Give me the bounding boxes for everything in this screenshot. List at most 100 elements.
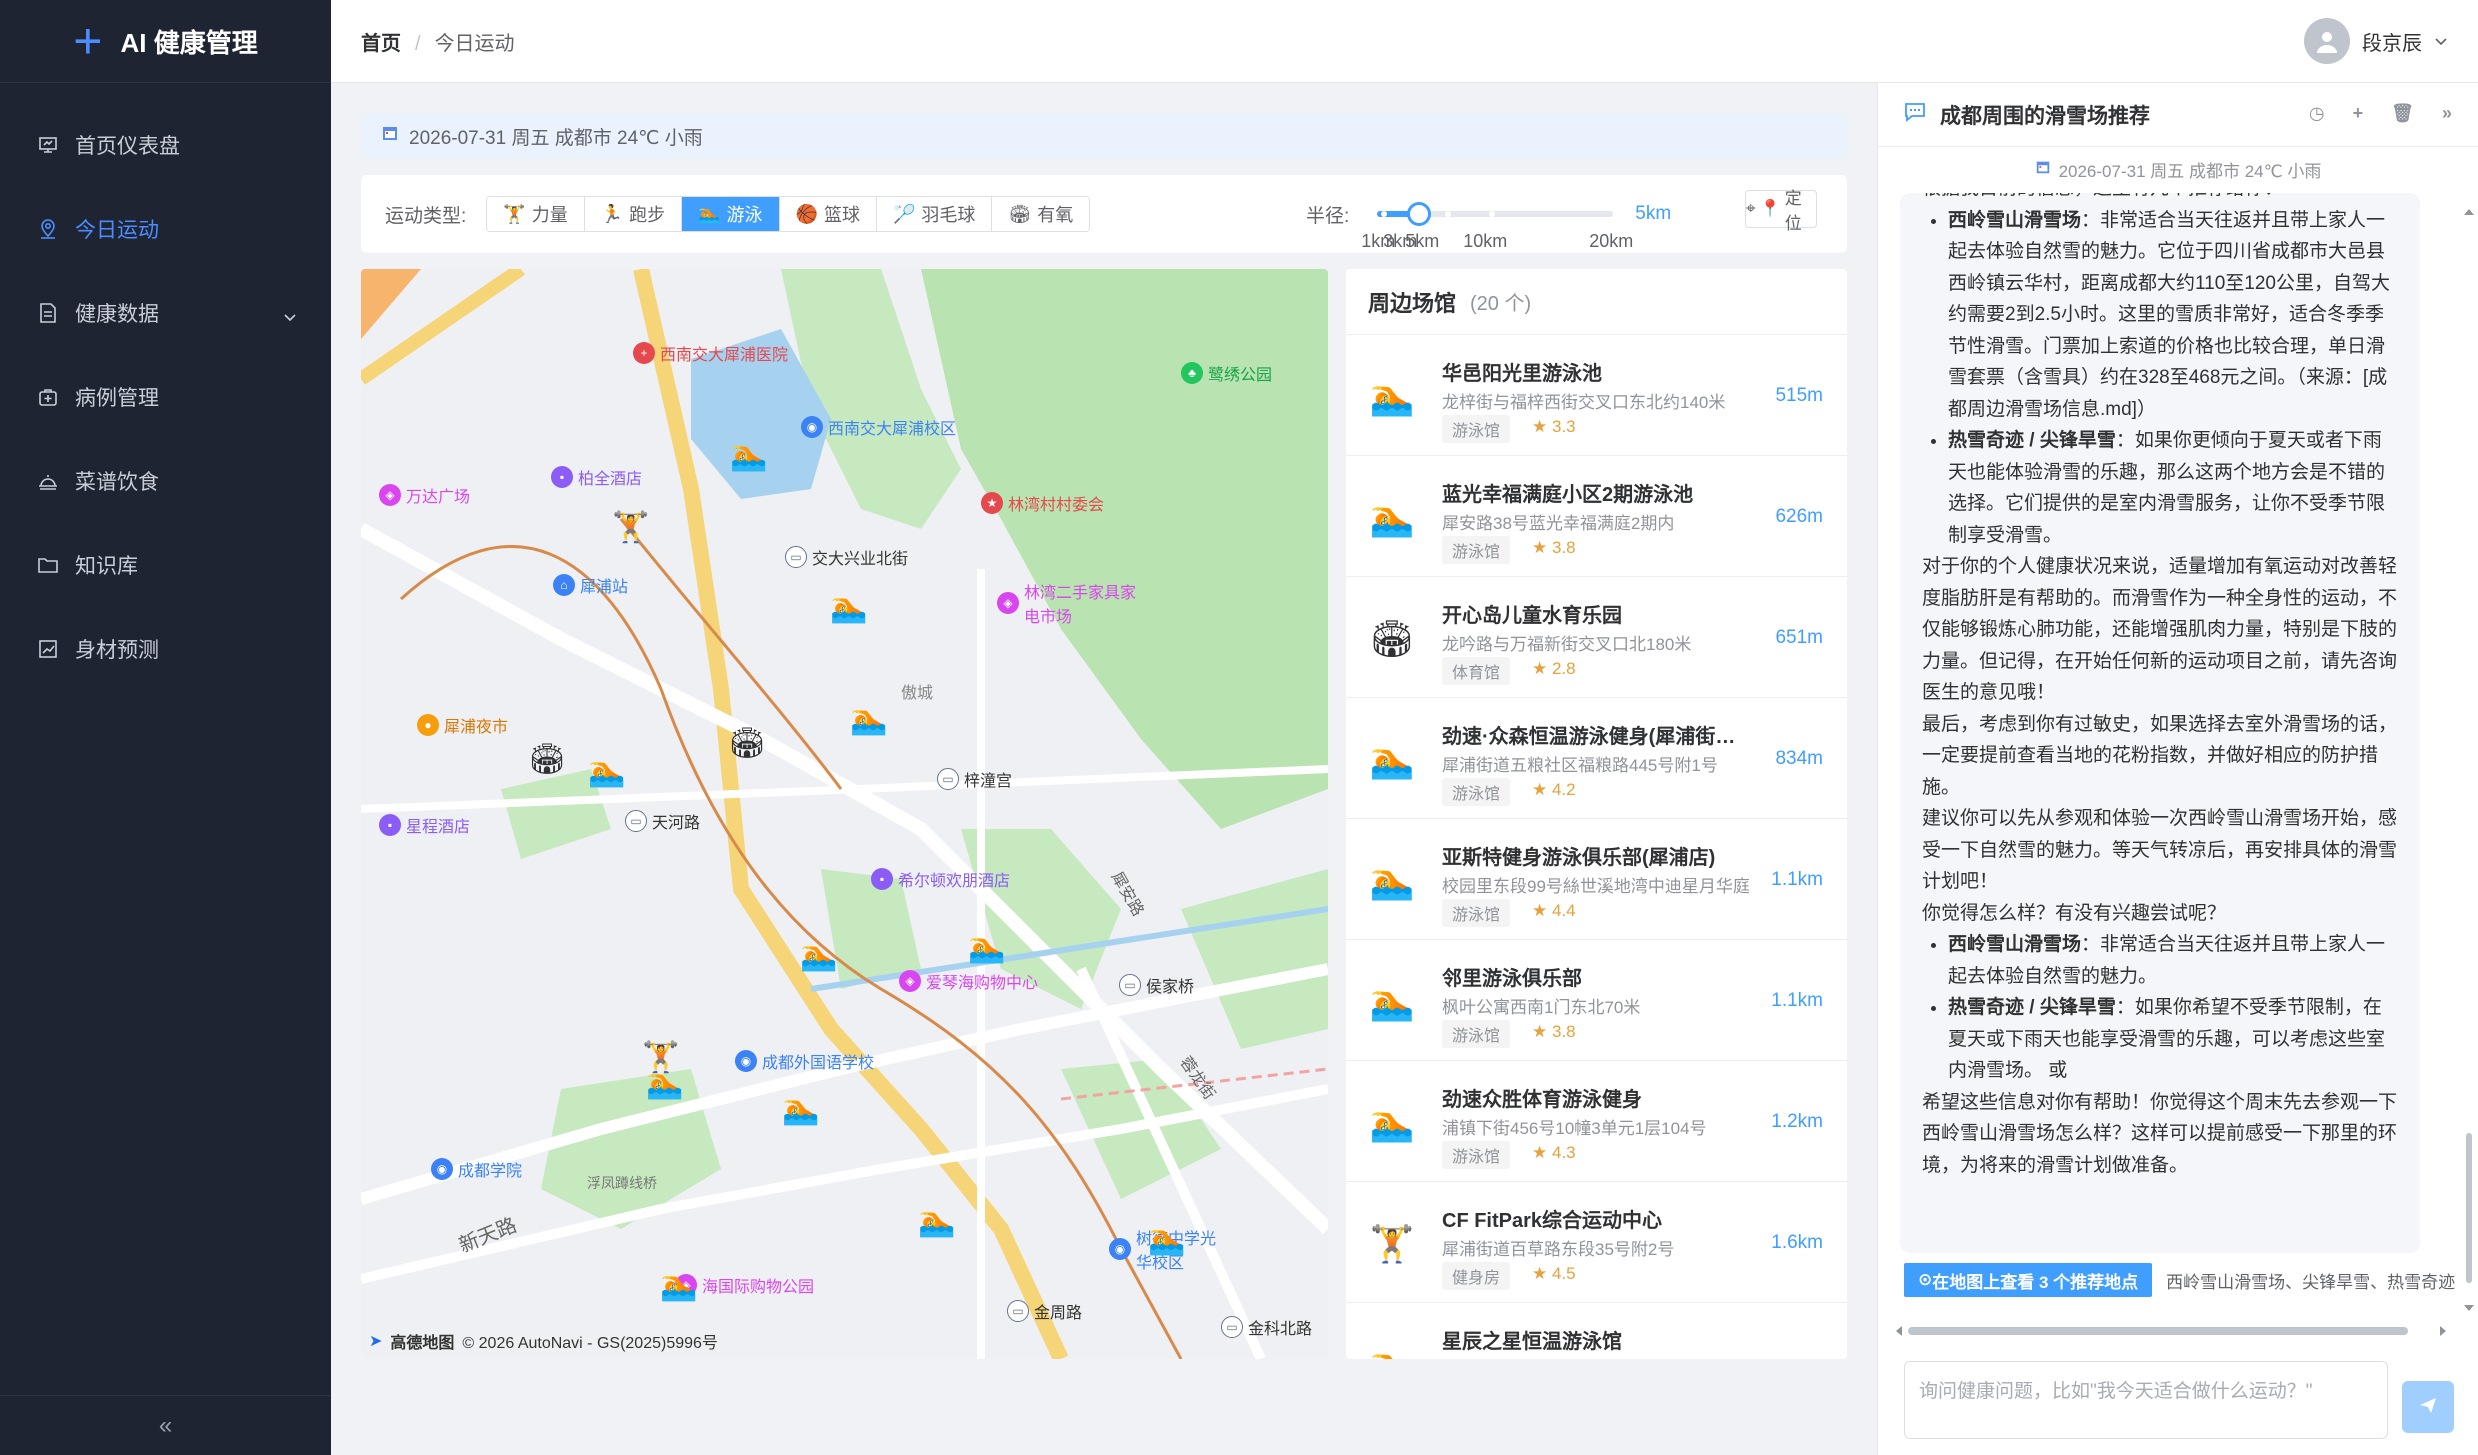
add-icon[interactable]: + xyxy=(2353,103,2364,124)
rating-value: 4.4 xyxy=(1551,901,1576,920)
history-icon[interactable]: ◷ xyxy=(2309,103,2325,124)
trash-icon[interactable]: 🗑 xyxy=(2391,103,2414,124)
sidebar-item-dashboard[interactable]: 首页仪表盘 xyxy=(0,103,331,187)
venue-item[interactable]: 🏊 劲速众胜体育游泳健身 浦镇下街456号10幢3单元1层104号 游泳馆 ★ … xyxy=(1346,1061,1847,1182)
venue-item[interactable]: 🏋 CF FitPark综合运动中心 犀浦街道百草路东段35号附2号 健身房 ★… xyxy=(1346,1182,1847,1303)
poi-zitonggong[interactable]: ▭ 梓潼宫 xyxy=(937,767,1012,791)
poi-campus[interactable]: ◉ 西南交大犀浦校区 xyxy=(801,415,956,439)
sidebar-item-label: 知识库 xyxy=(75,555,138,578)
horizontal-scrollbar[interactable] xyxy=(1886,1323,2456,1339)
venue-item[interactable]: 🏟 开心岛儿童水育乐园 龙吟路与万福新街交叉口北180米 体育馆 ★ 2.8 6… xyxy=(1346,577,1847,698)
hotel-icon: ▪ xyxy=(379,814,401,836)
venue-name: 开心岛儿童水育乐园 xyxy=(1442,605,1622,627)
sidebar-item-medical-cases[interactable]: 病例管理 xyxy=(0,355,331,439)
poi-label: 爱琴海购物中心 xyxy=(926,975,1039,992)
poi-tianhe-road[interactable]: ▭ 天河路 xyxy=(625,809,700,833)
venue-marker[interactable]: 🏊 xyxy=(1145,1217,1189,1261)
poi-night-market[interactable]: ● 犀浦夜市 xyxy=(417,713,508,737)
user-menu[interactable]: 段京辰 xyxy=(2304,18,2448,64)
poi-houjiaqiao[interactable]: ▭ 侯家桥 xyxy=(1119,973,1194,997)
poi-jinzhou-road[interactable]: ▭ 金周路 xyxy=(1007,1299,1082,1323)
school-icon: ◉ xyxy=(431,1158,453,1180)
breadcrumb-home[interactable]: 首页 xyxy=(361,33,401,55)
poi-hospital[interactable]: + 西南交大犀浦医院 xyxy=(633,341,788,365)
send-button[interactable] xyxy=(2402,1381,2454,1433)
sidebar-item-knowledge[interactable]: 知识库 xyxy=(0,523,331,607)
app-logo[interactable]: + AI 健康管理 xyxy=(0,0,331,83)
locate-button[interactable]: ⌖ 📍 定位 xyxy=(1745,189,1817,233)
list-item-title: 西岭雪山滑雪场 xyxy=(1948,209,2082,231)
venue-item[interactable]: 🏊 邻里游泳俱乐部 枫叶公寓西南1门东北70米 游泳馆 ★ 3.8 1.1km xyxy=(1346,940,1847,1061)
venue-marker[interactable]: 🏊 xyxy=(797,933,841,977)
breadcrumb-current: 今日运动 xyxy=(434,32,515,55)
main-content: 2026-07-31 周五 成都市 24℃ 小雨 运动类型: 🏋 力量 🏃 跑步 🏊… xyxy=(331,83,1877,1455)
poi-village[interactable]: ★ 林湾村村委会 xyxy=(981,491,1104,515)
venue-marker[interactable]: 🏊 xyxy=(847,697,891,741)
weightlifting-icon: 🏋 xyxy=(612,510,650,544)
venue-marker[interactable]: 🏊 xyxy=(727,433,771,477)
venue-item[interactable]: 🏊 星辰之星恒温游泳馆 xyxy=(1346,1303,1847,1359)
venue-marker[interactable]: 🏊 xyxy=(643,1061,687,1105)
type-strength-button[interactable]: 🏋 力量 xyxy=(487,197,585,231)
venue-marker[interactable]: 🏊 xyxy=(965,925,1009,969)
sidebar-item-label: 健康数据 xyxy=(75,303,159,326)
poi-label: 希尔顿欢朋酒店 xyxy=(898,873,1011,890)
sidebar-item-recipes[interactable]: 菜谱饮食 xyxy=(0,439,331,523)
view-on-map-button[interactable]: ⊙ 在地图上查看 3 个推荐地点 xyxy=(1904,1263,2153,1297)
poi-station[interactable]: ⌂ 犀浦站 xyxy=(553,573,628,597)
poi-mall[interactable]: ◈ 爱琴海购物中心 xyxy=(899,969,1038,993)
collapse-sidebar-button[interactable]: « xyxy=(0,1395,331,1455)
sidebar-item-health-data[interactable]: 健康数据 xyxy=(0,271,331,355)
type-running-button[interactable]: 🏃 跑步 xyxy=(584,197,683,231)
road-label: 傲城 xyxy=(901,685,934,702)
poi-foreign-school[interactable]: ◉ 成都外国语学校 xyxy=(735,1049,874,1073)
poi-chengdu-college[interactable]: ◉ 成都学院 xyxy=(431,1157,522,1181)
navigation-arrow-icon: ➤ xyxy=(369,1333,383,1350)
type-aerobic-button[interactable]: 🏟 有氧 xyxy=(992,197,1090,231)
poi-bus-stop[interactable]: ▭ 交大兴业北街 xyxy=(785,545,908,569)
poi-hotel[interactable]: ▪ 柏全酒店 xyxy=(551,465,642,489)
venue-marker[interactable]: 🏊 xyxy=(585,749,629,793)
venue-marker[interactable]: 🏋 xyxy=(609,505,653,549)
venue-marker[interactable]: 🏊 xyxy=(657,1263,701,1307)
type-swimming-button[interactable]: 🏊 游泳 xyxy=(682,197,780,231)
poi-xingcheng-hotel[interactable]: ▪ 星程酒店 xyxy=(379,813,470,837)
star-icon: ★ xyxy=(1532,538,1548,557)
double-chevron-left-icon: « xyxy=(158,1411,173,1439)
type-basketball-button[interactable]: 🏀 篮球 xyxy=(779,197,877,231)
poi-jinke-north-road[interactable]: ▭ 金科北路 xyxy=(1221,1315,1312,1339)
sidebar-item-body-forecast[interactable]: 身材预测 xyxy=(0,607,331,691)
venue-marker[interactable]: 🏊 xyxy=(915,1199,959,1243)
venue-item[interactable]: 🏊 劲速·众森恒温游泳健身(犀浦街道店) 犀浦街道五粮社区福粮路445号附1号 … xyxy=(1346,698,1847,819)
chat-scrollbar[interactable] xyxy=(2460,203,2478,1323)
venue-rating: ★ 4.3 xyxy=(1532,1143,1576,1163)
chat-input[interactable]: 询问健康问题，比如"我今天适合做什么运动？" xyxy=(1904,1361,2388,1439)
running-icon: 🏃 xyxy=(600,203,624,224)
venue-marker[interactable]: 🏟 xyxy=(725,721,769,765)
map-view[interactable]: + 西南交大犀浦医院 ◉ 西南交大犀浦校区 ▪ 柏全酒店 ◈ 万达广场 ★ 林湾村村委会 … xyxy=(361,269,1328,1359)
hotel-icon: ▪ xyxy=(871,868,893,890)
venue-item[interactable]: 🏊 亚斯特健身游泳俱乐部(犀浦店) 校园里东段99号絲世溪地湾中迪星月华庭 游泳… xyxy=(1346,819,1847,940)
venue-address: 浦镇下街456号10幢3单元1层104号 xyxy=(1442,1119,1707,1138)
slider-knob[interactable] xyxy=(1407,202,1432,226)
venue-marker[interactable]: 🏊 xyxy=(779,1087,823,1131)
type-badminton-button[interactable]: 🏸 羽毛球 xyxy=(876,197,993,231)
poi-wanda[interactable]: ◈ 万达广场 xyxy=(379,483,470,507)
venue-tag: 体育馆 xyxy=(1442,657,1511,685)
radius-slider[interactable]: 1km 3km 5km 10km 20km xyxy=(1361,189,1633,251)
chat-bubble-icon xyxy=(1904,102,1926,128)
poi-park[interactable]: ♣ 鹭绣公园 xyxy=(1181,361,1272,385)
poi-market[interactable]: ◈ 林湾二手家具家电市场 xyxy=(997,579,1137,627)
venue-item[interactable]: 🏊 华邑阳光里游泳池 龙梓街与福梓西街交叉口东北约140米 游泳馆 ★ 3.3 … xyxy=(1346,335,1847,456)
poi-label: 犀浦站 xyxy=(580,579,629,596)
poi-hilton[interactable]: ▪ 希尔顿欢朋酒店 xyxy=(871,867,1010,891)
venue-marker[interactable]: 🏟 xyxy=(525,737,569,781)
poi-label: 星程酒店 xyxy=(406,819,471,836)
ai-chat-panel: 成都周围的滑雪场推荐 ◷ + 🗑 » 2026-07-31 周五 成都市 24℃… xyxy=(1877,83,2478,1455)
venue-rating: ★ 4.4 xyxy=(1532,901,1576,921)
venue-marker[interactable]: 🏊 xyxy=(827,585,871,629)
venue-item[interactable]: 🏊 蓝光幸福满庭小区2期游泳池 犀安路38号蓝光幸福满庭2期内 游泳馆 ★ 3.… xyxy=(1346,456,1847,577)
map-copyright: © 2026 AutoNavi - GS(2025)5996号 xyxy=(462,1335,718,1352)
sidebar-item-today-exercise[interactable]: 今日运动 xyxy=(0,187,331,271)
double-chevron-right-icon[interactable]: » xyxy=(2442,103,2452,124)
